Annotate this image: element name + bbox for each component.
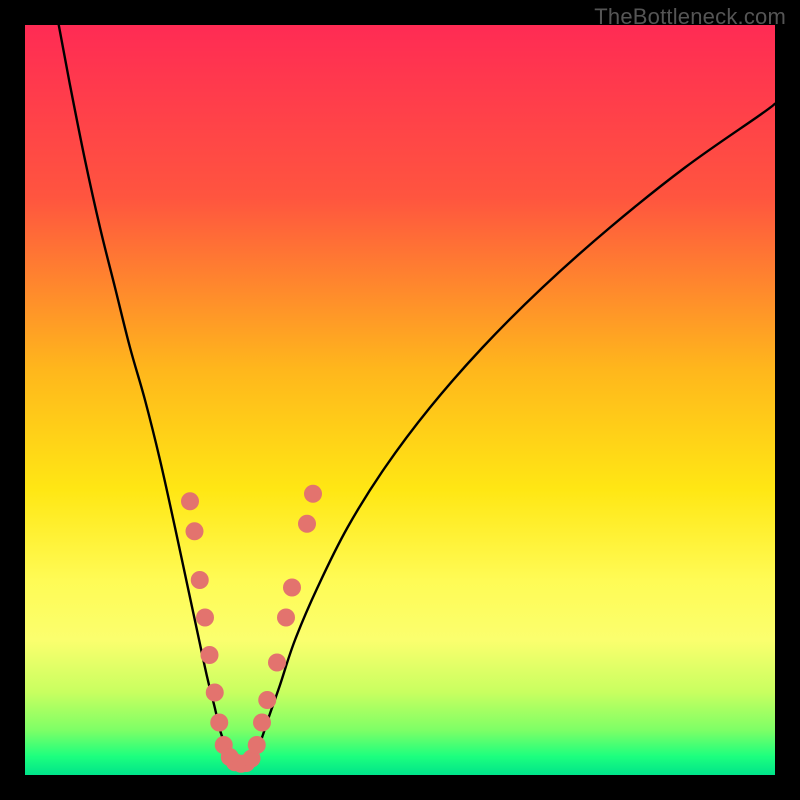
watermark-text: TheBottleneck.com [594,4,786,30]
marker-dot [298,515,316,533]
marker-dot [277,609,295,627]
bottleneck-chart [25,25,775,775]
marker-dot [258,691,276,709]
marker-dot [248,736,266,754]
marker-dot [210,714,228,732]
marker-dot [186,522,204,540]
marker-dot [196,609,214,627]
marker-dot [304,485,322,503]
marker-dot [191,571,209,589]
marker-dot [268,654,286,672]
marker-dot [253,714,271,732]
gradient-background [25,25,775,775]
marker-dot [201,646,219,664]
plot-frame [25,25,775,775]
marker-dot [283,579,301,597]
marker-dot [181,492,199,510]
marker-dot [206,684,224,702]
